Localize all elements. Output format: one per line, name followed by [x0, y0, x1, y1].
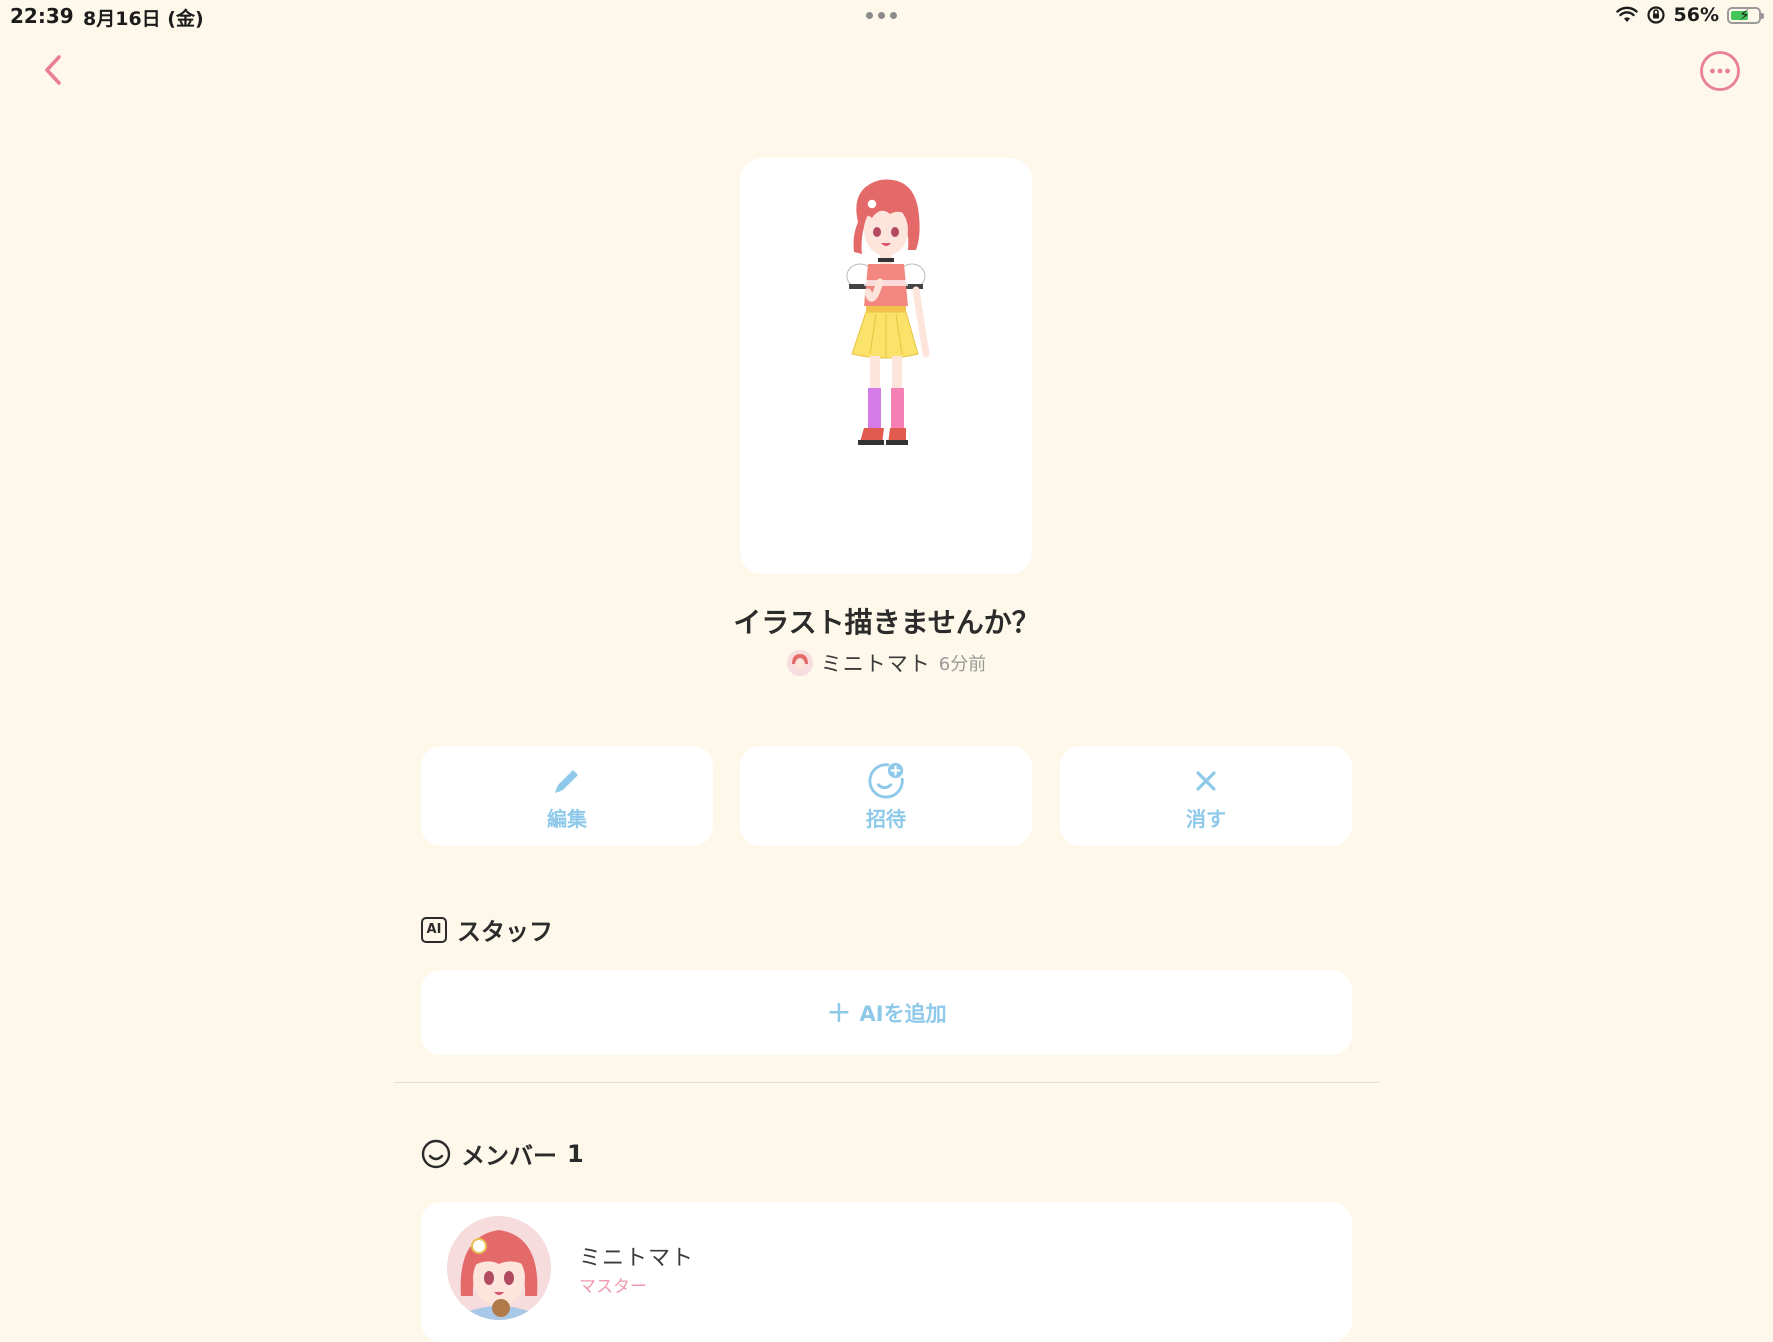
character-illustration [846, 179, 930, 445]
invite-label: 招待 [866, 806, 906, 831]
battery-percent: 56% [1673, 4, 1719, 26]
section-divider [394, 1082, 1379, 1083]
multitasking-dots-icon[interactable] [866, 12, 897, 19]
members-count: 1 [567, 1139, 584, 1168]
status-time: 22:39 [10, 4, 74, 28]
add-ai-button[interactable]: + AIを追加 [421, 970, 1352, 1055]
smiley-face-icon [421, 1139, 451, 1168]
members-section-header: メンバー 1 [421, 1136, 584, 1171]
author-name: ミニトマト [820, 652, 931, 676]
add-ai-label: AIを追加 [859, 1001, 947, 1026]
post-illustration[interactable] [740, 158, 1032, 574]
battery-icon: ⚡ [1727, 6, 1764, 24]
post-title: イラスト描きませんか？ [733, 606, 1040, 639]
delete-button[interactable]: 消す [1060, 746, 1352, 846]
invite-button[interactable]: 招待 [740, 746, 1032, 846]
orientation-lock-icon [1646, 6, 1665, 24]
member-name: ミニトマト [579, 1246, 695, 1271]
edit-label: 編集 [547, 806, 587, 831]
avatar-image [447, 1216, 551, 1320]
post-time: 6分前 [938, 654, 987, 675]
staff-title: スタッフ [457, 918, 553, 946]
close-icon [1196, 770, 1216, 791]
back-button[interactable] [36, 50, 70, 90]
members-title: メンバー [461, 1142, 557, 1170]
member-list-item[interactable]: ミニトマト マスター [421, 1202, 1352, 1342]
delete-label: 消す [1186, 806, 1226, 831]
member-avatar[interactable] [447, 1216, 551, 1320]
author-avatar[interactable] [786, 650, 813, 676]
more-options-button[interactable] [1699, 50, 1741, 92]
chevron-left-icon [45, 55, 61, 85]
status-indicators: 56% ⚡ [1615, 4, 1764, 26]
ellipsis-circle-icon [1700, 51, 1740, 91]
edit-button[interactable]: 編集 [421, 746, 713, 846]
plus-icon: + [826, 994, 852, 1030]
avatar-image [786, 650, 813, 676]
invite-face-icon [868, 762, 904, 799]
status-date: 8月16日 (金) [83, 8, 204, 30]
wifi-icon [1615, 6, 1638, 22]
staff-section-header: AI スタッフ [421, 912, 553, 947]
member-role: マスター [579, 1277, 647, 1297]
pencil-icon [555, 769, 578, 793]
author-row[interactable]: ミニトマト 6分前 [0, 648, 1773, 678]
status-bar: 22:39 8月16日 (金) 56% ⚡ [0, 0, 1773, 34]
ai-icon: AI [421, 916, 447, 943]
